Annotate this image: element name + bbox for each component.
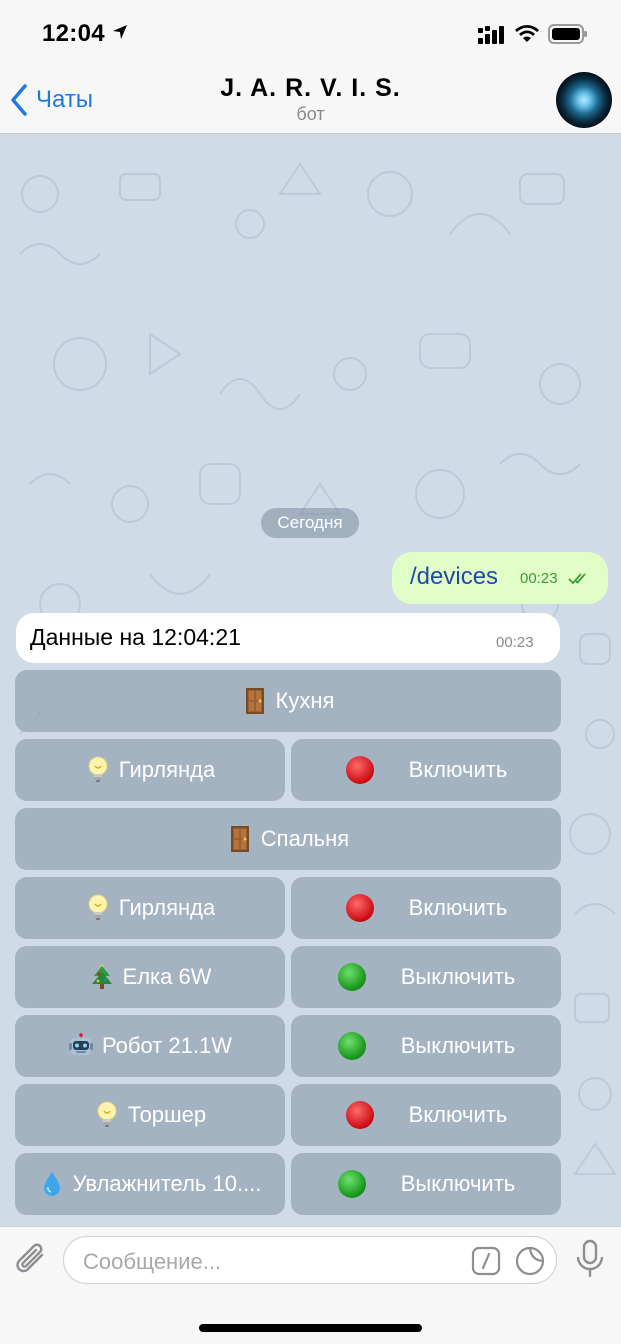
light-bulb-icon: [94, 1101, 120, 1129]
keyboard-button-label: Гирлянда: [118, 757, 216, 782]
keyboard-button-floor-lamp[interactable]: Торшер: [15, 1084, 285, 1146]
chat-title[interactable]: J. A. R. V. I. S.: [0, 74, 621, 103]
keyboard-button-turn-on-2[interactable]: Включить: [291, 877, 561, 939]
keyboard-button-label: Включить: [408, 895, 508, 920]
sticker-icon[interactable]: [515, 1246, 545, 1276]
keyboard-button-label: Гирлянда: [118, 895, 216, 920]
keyboard-button-label: Спальня: [260, 826, 350, 851]
keyboard-button-kitchen[interactable]: Кухня: [15, 670, 561, 732]
location-arrow-icon: [113, 25, 127, 39]
double-check-icon: [568, 573, 586, 585]
chat-area: Сегодня /devices 00:23 Данные на 12:04:2…: [0, 134, 621, 1226]
keyboard-button-label: Елка 6W: [122, 964, 212, 989]
battery-icon: [548, 24, 587, 44]
message-input[interactable]: Сообщение...: [63, 1236, 557, 1284]
light-bulb-icon: [85, 894, 111, 922]
home-indicator: [199, 1324, 422, 1332]
bot-avatar[interactable]: [556, 72, 612, 128]
robot-icon: [68, 1032, 94, 1060]
outgoing-message-time: 00:23: [520, 570, 558, 587]
light-bulb-icon: [85, 756, 111, 784]
keyboard-button-label: Включить: [408, 757, 508, 782]
outgoing-message[interactable]: /devices 00:23: [392, 552, 608, 604]
chat-subtitle: бот: [296, 104, 325, 124]
incoming-message[interactable]: Данные на 12:04:21 00:23: [16, 613, 560, 663]
outgoing-message-text: /devices: [410, 563, 499, 590]
keyboard-button-turn-off-2[interactable]: Выключить: [291, 1015, 561, 1077]
keyboard-button-label: Робот 21.1W: [101, 1033, 233, 1058]
nav-bar: Чаты J. A. R. V. I. S. бот: [0, 66, 621, 134]
green-circle-icon: [337, 962, 367, 992]
cellular-signal-icon: [478, 26, 504, 44]
keyboard-button-tree[interactable]: Елка 6W: [15, 946, 285, 1008]
keyboard-button-label: Включить: [408, 1102, 508, 1127]
keyboard-button-robot[interactable]: Робот 21.1W: [15, 1015, 285, 1077]
door-icon: [227, 825, 253, 853]
status-bar: 12:04: [0, 0, 621, 66]
message-input-bar: Сообщение...: [0, 1226, 621, 1344]
green-circle-icon: [337, 1169, 367, 1199]
red-circle-icon: [345, 893, 375, 923]
keyboard-button-turn-on-3[interactable]: Включить: [291, 1084, 561, 1146]
paperclip-icon[interactable]: [14, 1239, 50, 1279]
message-placeholder: Сообщение...: [83, 1249, 222, 1274]
keyboard-button-bedroom[interactable]: Спальня: [15, 808, 561, 870]
wifi-icon: [515, 25, 539, 42]
incoming-message-time: 00:23: [496, 634, 534, 651]
droplet-icon: [39, 1170, 65, 1198]
incoming-message-text: Данные на 12:04:21: [30, 624, 241, 650]
red-circle-icon: [345, 755, 375, 785]
status-time: 12:04: [42, 20, 105, 47]
keyboard-button-label: Выключить: [400, 1033, 516, 1058]
keyboard-button-label: Кухня: [275, 688, 335, 713]
microphone-icon[interactable]: [575, 1239, 605, 1279]
keyboard-button-humidifier[interactable]: Увлажнитель 10....: [15, 1153, 285, 1215]
keyboard-button-turn-off-1[interactable]: Выключить: [291, 946, 561, 1008]
red-circle-icon: [345, 1100, 375, 1130]
keyboard-button-turn-on-1[interactable]: Включить: [291, 739, 561, 801]
keyboard-button-label: Торшер: [127, 1102, 207, 1127]
christmas-tree-icon: [89, 963, 115, 991]
keyboard-button-label: Увлажнитель 10....: [72, 1171, 262, 1196]
keyboard-button-garland-2[interactable]: Гирлянда: [15, 877, 285, 939]
door-icon: [242, 687, 268, 715]
keyboard-button-garland-1[interactable]: Гирлянда: [15, 739, 285, 801]
date-chip: Сегодня: [261, 508, 359, 538]
bot-commands-icon[interactable]: [471, 1246, 501, 1276]
keyboard-button-label: Выключить: [400, 1171, 516, 1196]
keyboard-button-label: Выключить: [400, 964, 516, 989]
keyboard-button-turn-off-3[interactable]: Выключить: [291, 1153, 561, 1215]
green-circle-icon: [337, 1031, 367, 1061]
